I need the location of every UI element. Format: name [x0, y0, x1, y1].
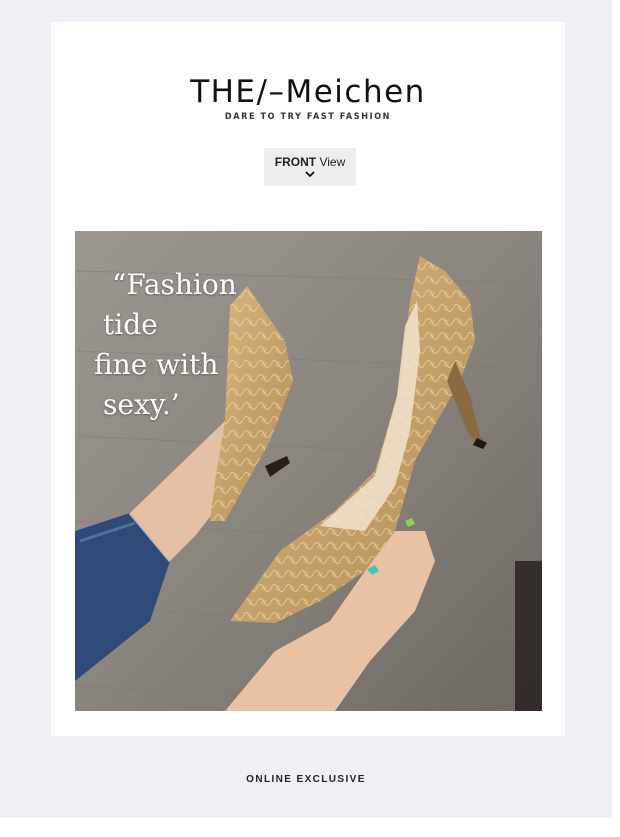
page-background: THE/–Meichen DARE TO TRY FAST FASHION FR… [0, 0, 612, 818]
quote-line: fine with [94, 348, 219, 381]
view-suffix: View [319, 155, 346, 169]
front-view-label: FRONT View [264, 155, 356, 169]
quote-line: sexy.’ [103, 388, 180, 421]
chevron-down-icon [305, 171, 315, 178]
quote-line: “Fashion [112, 268, 237, 301]
fashion-quote: “Fashion tide fine with sexy.’ [92, 265, 237, 425]
product-photo: “Fashion tide fine with sexy.’ [75, 231, 542, 711]
front-view-toggle[interactable]: FRONT View [264, 148, 356, 186]
online-exclusive-label: ONLINE EXCLUSIVE [246, 774, 366, 785]
brand-title: THE/–Meichen [190, 74, 426, 110]
product-card: THE/–Meichen DARE TO TRY FAST FASHION FR… [51, 22, 565, 736]
quote-line: tide [103, 308, 158, 341]
brand-tagline: DARE TO TRY FAST FASHION [224, 112, 392, 122]
view-name: FRONT [274, 155, 317, 169]
